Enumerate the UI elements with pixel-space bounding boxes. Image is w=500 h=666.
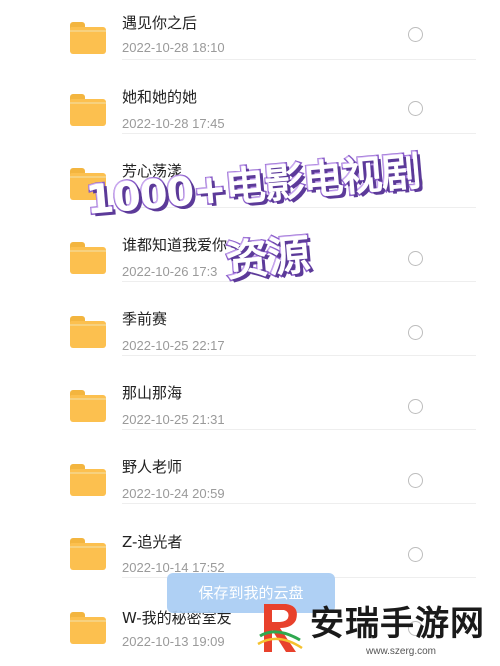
file-name: Z-追光者 [122, 533, 183, 551]
file-row[interactable]: Z-追光者 2022-10-14 17:52 [0, 504, 500, 578]
file-name: 季前赛 [122, 310, 168, 328]
select-radio[interactable] [408, 473, 423, 488]
folder-icon [70, 538, 106, 570]
file-name: 野人老师 [122, 458, 183, 476]
file-date: 2022-10-25 21:31 [122, 412, 225, 427]
file-date: 2022-10-13 19:09 [122, 634, 225, 649]
select-radio[interactable] [408, 325, 423, 340]
folder-icon [70, 316, 106, 348]
watermark-url: www.szerg.com [366, 646, 437, 657]
select-radio[interactable] [408, 251, 423, 266]
file-date: 2022-10-26 17:3 [122, 264, 218, 279]
watermark-logo-icon [257, 604, 303, 652]
file-row[interactable]: 季前赛 2022-10-25 22:17 [0, 282, 500, 356]
file-row[interactable]: 她和她的她 2022-10-28 17:45 [0, 60, 500, 134]
file-row[interactable]: 那山那海 2022-10-25 21:31 [0, 356, 500, 430]
file-date: 2022-10-25 22:17 [122, 338, 225, 353]
select-radio[interactable] [408, 27, 423, 42]
select-radio[interactable] [408, 101, 423, 116]
folder-icon [70, 390, 106, 422]
select-radio[interactable] [408, 547, 423, 562]
folder-icon [70, 94, 106, 126]
watermark-text: 安瑞手游网 [310, 604, 485, 644]
file-name: 那山那海 [122, 384, 183, 402]
file-row[interactable]: 野人老师 2022-10-24 20:59 [0, 430, 500, 504]
watermark: 安瑞手游网 www.szerg.com [256, 590, 500, 666]
file-date: 2022-10-28 17:45 [122, 116, 225, 131]
promo-overlay-line2: 资源 [223, 228, 314, 287]
file-name: 谁都知道我爱你 [122, 236, 228, 254]
select-radio[interactable] [408, 399, 423, 414]
file-name: 遇见你之后 [122, 14, 198, 32]
file-date: 2022-10-24 20:59 [122, 486, 225, 501]
folder-icon [70, 612, 106, 644]
folder-icon [70, 22, 106, 54]
folder-icon [70, 242, 106, 274]
file-name: 她和她的她 [122, 88, 198, 106]
folder-icon [70, 464, 106, 496]
file-row[interactable]: 遇见你之后 2022-10-28 18:10 [0, 0, 500, 60]
file-date: 2022-10-28 18:10 [122, 40, 225, 55]
